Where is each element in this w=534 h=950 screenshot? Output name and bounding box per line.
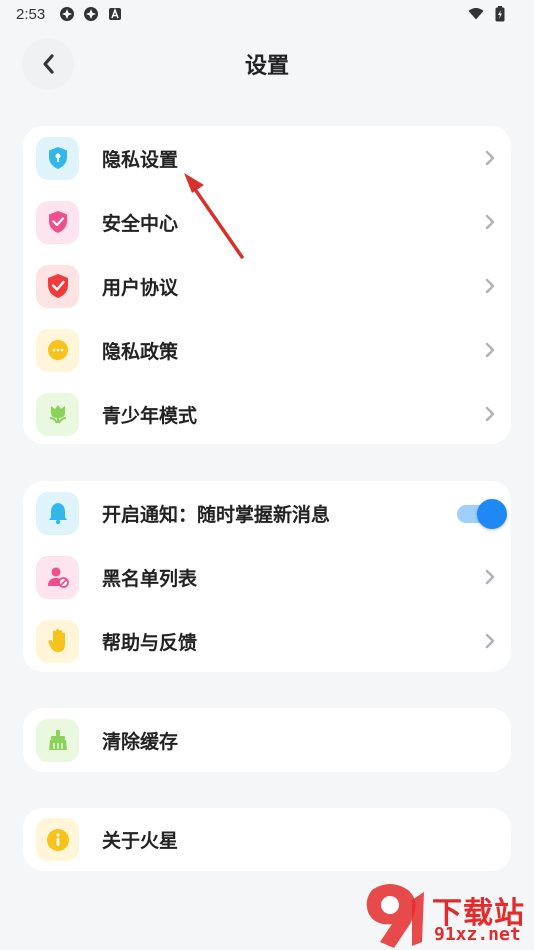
bell-icon	[36, 491, 79, 535]
row-label: 隐私政策	[102, 340, 179, 363]
chat-bubble-icon	[36, 328, 79, 372]
settings-group-about: 关于火星	[23, 808, 511, 871]
row-teen-mode[interactable]: 青少年模式	[23, 382, 511, 446]
chevron-right-icon	[483, 276, 497, 296]
keyboard-notification-icon	[107, 6, 123, 22]
row-label: 清除缓存	[102, 730, 179, 753]
hand-icon	[36, 619, 79, 663]
toggle-knob	[477, 499, 507, 529]
row-label: 安全中心	[102, 212, 179, 235]
annotation-arrow	[184, 173, 244, 259]
row-label: 黑名单列表	[102, 567, 198, 590]
row-privacy-settings[interactable]: 隐私设置	[23, 126, 511, 190]
row-label: 帮助与反馈	[102, 631, 198, 654]
app-notification-icon	[83, 6, 99, 22]
shield-check-red-icon	[36, 264, 79, 308]
chevron-right-icon	[483, 148, 497, 168]
row-user-agreement[interactable]: 用户协议	[23, 254, 511, 318]
row-security-center[interactable]: 安全中心	[23, 190, 511, 254]
settings-group-cache: 清除缓存	[23, 708, 511, 772]
app-notification-icon	[59, 6, 75, 22]
row-clear-cache[interactable]: 清除缓存	[23, 708, 511, 772]
row-about[interactable]: 关于火星	[23, 808, 511, 871]
user-blocked-icon	[36, 555, 79, 599]
header: 设置	[0, 28, 534, 98]
page-title: 设置	[244, 54, 289, 79]
chevron-right-icon	[483, 404, 497, 424]
shield-check-icon	[36, 200, 79, 244]
row-label: 开启通知：随时掌握新消息	[102, 503, 331, 526]
broom-icon	[36, 718, 79, 762]
chevron-right-icon	[483, 340, 497, 360]
chevron-right-icon	[483, 212, 497, 232]
status-time: 2:53	[16, 5, 46, 23]
info-icon	[36, 818, 79, 861]
row-help-feedback[interactable]: 帮助与反馈	[23, 609, 511, 673]
settings-group-general: 开启通知：随时掌握新消息 黑名单列表 帮助与反馈	[23, 481, 511, 672]
watermark-url: 91xz.net	[434, 924, 521, 945]
battery-icon	[492, 6, 508, 22]
tulip-icon	[36, 392, 79, 436]
row-label: 关于火星	[102, 830, 179, 852]
row-privacy-policy[interactable]: 隐私政策	[23, 318, 511, 382]
row-label: 用户协议	[102, 276, 179, 299]
shield-keyhole-icon	[36, 136, 79, 180]
row-blacklist[interactable]: 黑名单列表	[23, 545, 511, 609]
wifi-icon	[468, 6, 484, 22]
notifications-toggle[interactable]	[457, 498, 507, 529]
chevron-right-icon	[483, 567, 497, 587]
chevron-right-icon	[483, 631, 497, 651]
row-label: 隐私设置	[102, 148, 179, 171]
settings-group-privacy: 隐私设置 安全中心 用户协议 隐私政策 青少年模式	[23, 126, 511, 444]
row-label: 青少年模式	[102, 404, 198, 427]
status-bar: 2:53	[0, 0, 534, 28]
row-notifications[interactable]: 开启通知：随时掌握新消息	[23, 481, 511, 545]
